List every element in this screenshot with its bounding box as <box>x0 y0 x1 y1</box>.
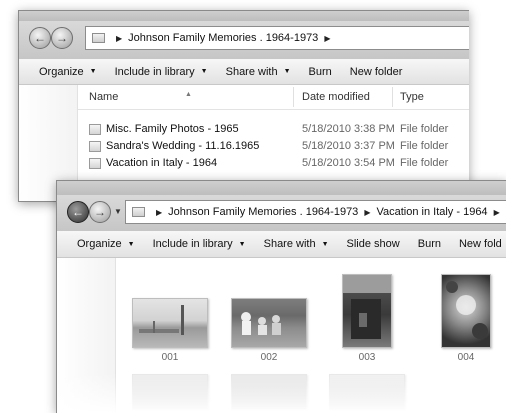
caret-down-icon: ▼ <box>321 240 329 248</box>
photo-image <box>441 274 491 348</box>
file-name: Vacation in Italy - 1964 <box>106 157 218 169</box>
fade-overlay <box>57 373 506 413</box>
new-folder-button[interactable]: New folder <box>350 66 403 78</box>
chevron-right-icon[interactable]: ▶ <box>156 208 162 217</box>
forward-button[interactable]: → <box>89 201 111 223</box>
share-with-label: Share with <box>225 65 278 78</box>
thumbnail-label: 001 <box>161 352 179 363</box>
burn-label: Burn <box>308 65 332 78</box>
photo-thumbnail[interactable]: 002 <box>231 298 307 363</box>
file-name: Sandra's Wedding - 11.16.1965 <box>106 140 260 152</box>
folder-icon <box>89 124 101 135</box>
command-bar: Organize ▼ Include in library ▼ Share with… <box>19 59 469 85</box>
file-row[interactable]: Sandra's Wedding - 11.16.1965 5/18/2010 … <box>78 138 469 155</box>
file-type: File folder <box>400 140 449 152</box>
file-name: Misc. Family Photos - 1965 <box>106 123 239 135</box>
recent-pages-dropdown-icon[interactable]: ▼ <box>114 207 122 216</box>
organize-label: Organize <box>77 238 122 250</box>
caret-down-icon: ▼ <box>238 240 246 248</box>
back-button[interactable]: ← <box>67 201 89 223</box>
date-modified-column-header[interactable]: Date modified <box>302 91 370 103</box>
breadcrumb-item[interactable]: Johnson Family Memories . 1964-1973 <box>128 32 318 44</box>
window-frame <box>57 181 506 195</box>
share-with-button[interactable]: Share with ▼ <box>226 66 291 78</box>
command-bar: Organize ▼ Include in library ▼ Share with… <box>57 231 506 258</box>
address-bar-area: ← → ▼ ▶ Johnson Family Memories . 1964-1… <box>57 195 506 231</box>
photo-image <box>342 274 392 348</box>
photo-image <box>231 298 307 348</box>
address-bar[interactable]: ▶ Johnson Family Memories . 1964-1973 ▶ <box>85 26 469 50</box>
thumbnail-label: 002 <box>260 352 278 363</box>
sort-up-icon: ▲ <box>185 91 192 98</box>
column-divider[interactable] <box>392 87 393 107</box>
forward-arrow-icon: → <box>56 31 68 45</box>
explorer-window-parent: ← → ▶ Johnson Family Memories . 1964-197… <box>18 10 469 202</box>
back-arrow-icon: ← <box>34 31 46 45</box>
breadcrumb-item[interactable]: Vacation in Italy - 1964 <box>376 206 487 218</box>
caret-down-icon: ▼ <box>89 68 97 75</box>
photo-thumbnail[interactable]: 001 <box>132 298 208 363</box>
slide-show-label: Slide show <box>346 238 400 250</box>
burn-button[interactable]: Burn <box>309 66 332 78</box>
share-with-button[interactable]: Share with ▼ <box>264 238 329 250</box>
photo-image <box>132 298 208 348</box>
photo-thumbnail[interactable]: 004 <box>441 274 491 363</box>
forward-button[interactable]: → <box>51 27 73 49</box>
column-header-row: ▲ Name Date modified Type <box>78 85 469 110</box>
forward-arrow-icon: → <box>94 205 106 219</box>
window-frame <box>19 11 469 21</box>
file-date: 5/18/2010 3:37 PM <box>302 140 395 152</box>
address-bar-area: ← → ▶ Johnson Family Memories . 1964-197… <box>19 21 469 59</box>
folder-icon <box>89 141 101 152</box>
include-in-library-label: Include in library <box>114 65 195 78</box>
include-in-library-button[interactable]: Include in library ▼ <box>115 66 208 78</box>
new-folder-label: New fold <box>458 238 502 250</box>
explorer-window-child: ← → ▼ ▶ Johnson Family Memories . 1964-1… <box>56 180 506 413</box>
file-type: File folder <box>400 123 449 135</box>
file-row[interactable]: Vacation in Italy - 1964 5/18/2010 3:54 … <box>78 155 469 172</box>
file-date: 5/18/2010 3:38 PM <box>302 123 395 135</box>
folder-icon <box>92 33 105 43</box>
include-in-library-button[interactable]: Include in library ▼ <box>153 238 246 250</box>
type-column-header[interactable]: Type <box>400 91 424 103</box>
organize-label: Organize <box>39 65 84 78</box>
file-type: File folder <box>400 157 449 169</box>
file-date: 5/18/2010 3:54 PM <box>302 157 395 169</box>
organize-button[interactable]: Organize ▼ <box>39 66 97 78</box>
slide-show-button[interactable]: Slide show <box>347 238 400 250</box>
chevron-right-icon[interactable]: ▶ <box>324 34 330 43</box>
back-button[interactable]: ← <box>29 27 51 49</box>
organize-button[interactable]: Organize ▼ <box>77 238 135 250</box>
name-column-header[interactable]: Name <box>89 91 118 103</box>
chevron-right-icon[interactable]: ▶ <box>494 208 500 217</box>
back-arrow-icon: ← <box>72 205 84 219</box>
address-bar[interactable]: ▶ Johnson Family Memories . 1964-1973 ▶ … <box>125 200 506 224</box>
breadcrumb-item[interactable]: Johnson Family Memories . 1964-1973 <box>168 206 358 218</box>
column-divider[interactable] <box>293 87 294 107</box>
folder-icon <box>132 207 145 217</box>
share-with-label: Share with <box>263 238 316 250</box>
photo-thumbnail[interactable]: 003 <box>342 274 392 363</box>
thumbnail-label: 003 <box>358 352 376 363</box>
folder-icon <box>89 158 101 169</box>
chevron-right-icon[interactable]: ▶ <box>116 34 122 43</box>
caret-down-icon: ▼ <box>200 68 208 75</box>
caret-down-icon: ▼ <box>283 68 291 75</box>
chevron-right-icon[interactable]: ▶ <box>364 208 370 217</box>
thumbnail-label: 004 <box>457 352 475 363</box>
include-in-library-label: Include in library <box>152 238 233 250</box>
burn-label: Burn <box>417 238 441 250</box>
new-folder-button[interactable]: New fold <box>459 238 502 250</box>
caret-down-icon: ▼ <box>127 240 135 248</box>
file-row[interactable]: Misc. Family Photos - 1965 5/18/2010 3:3… <box>78 121 469 138</box>
burn-button[interactable]: Burn <box>418 238 441 250</box>
new-folder-label: New folder <box>349 65 403 78</box>
